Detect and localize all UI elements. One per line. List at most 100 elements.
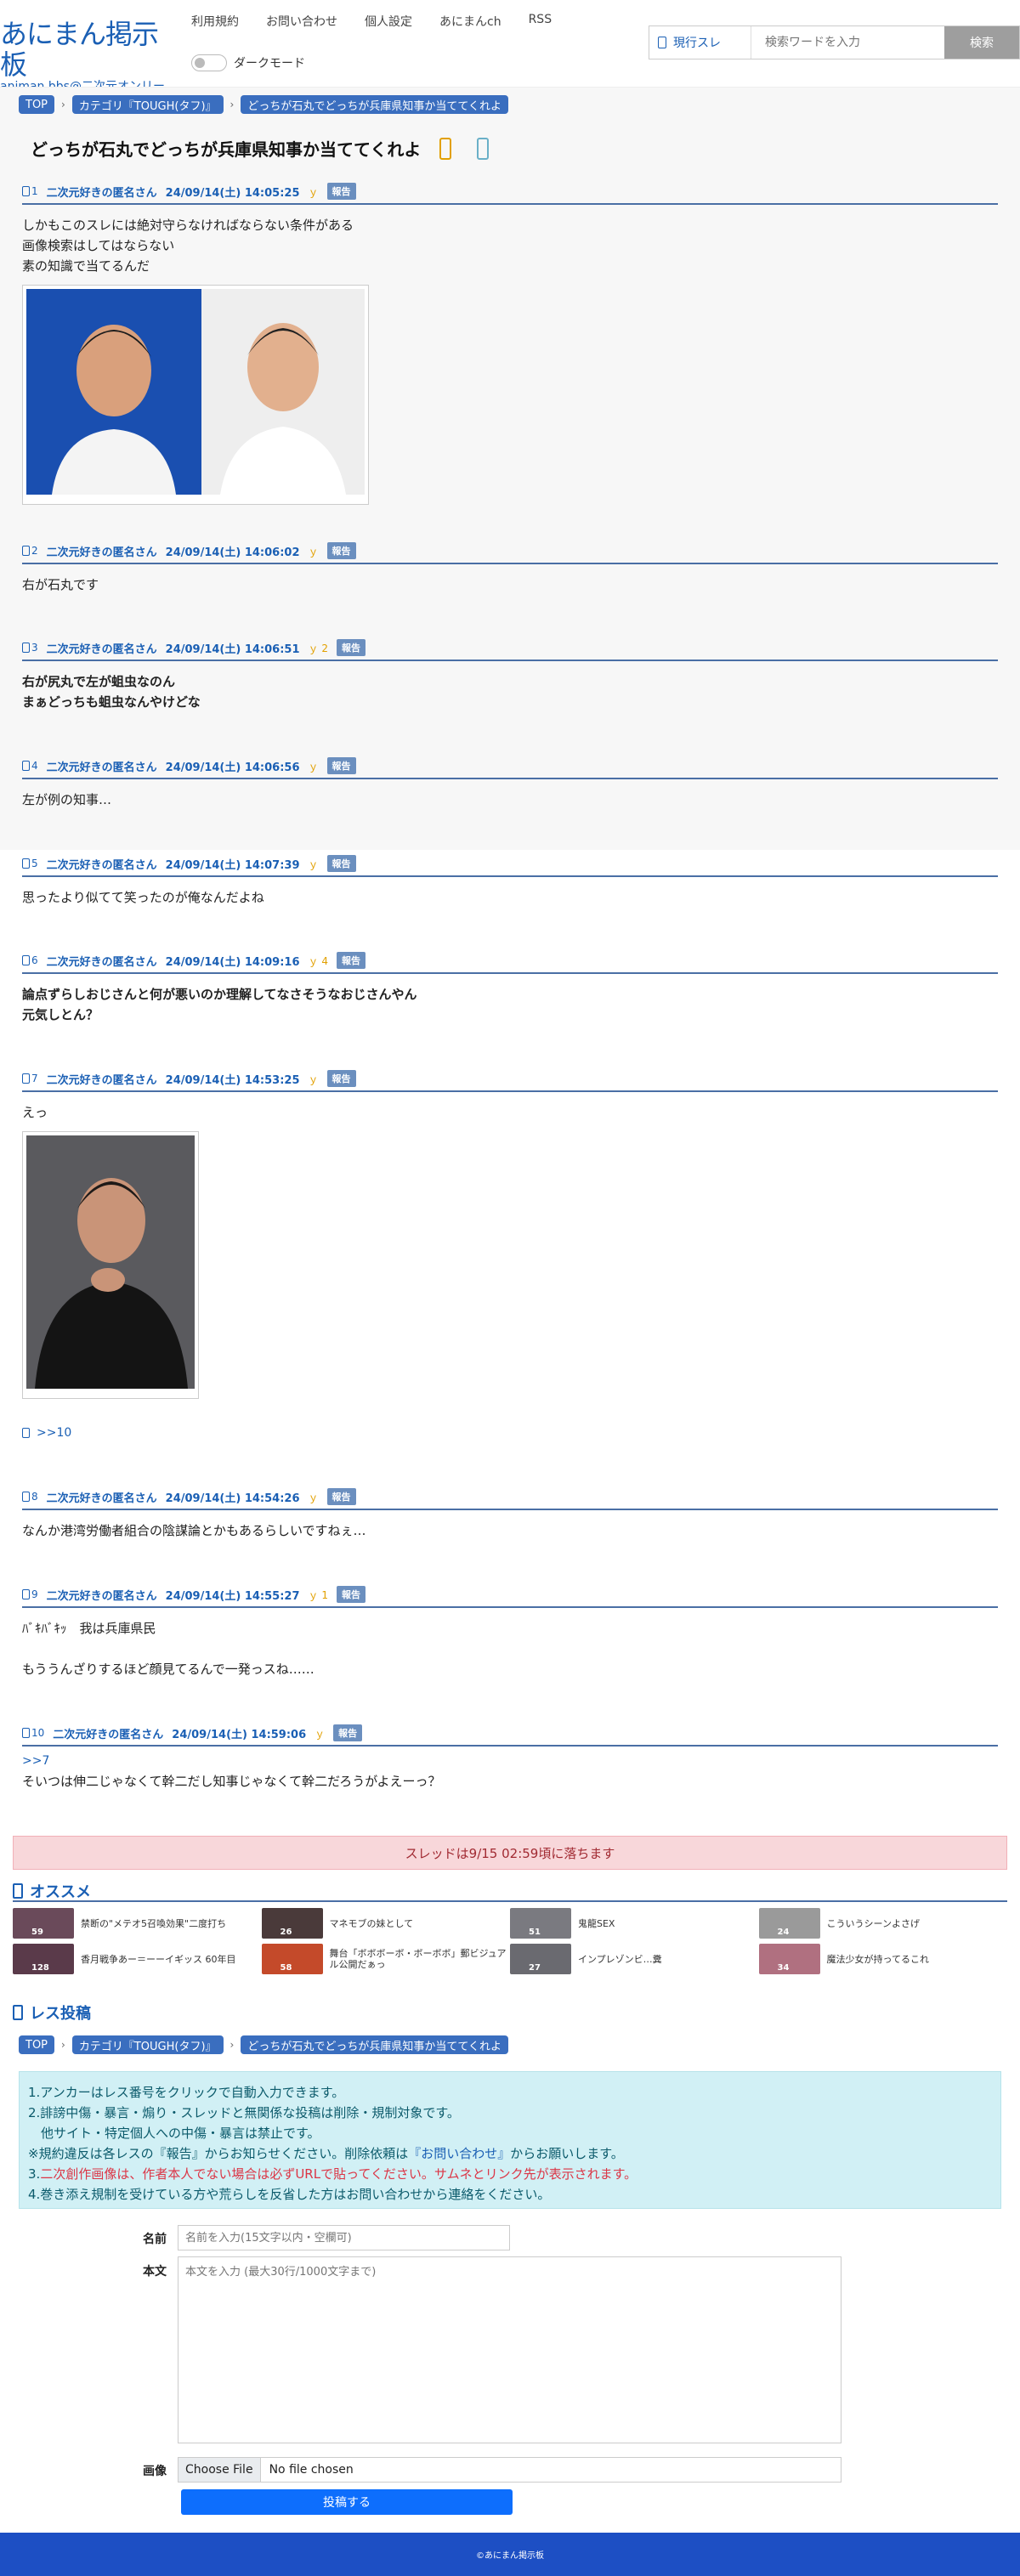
- body-field[interactable]: [178, 2256, 842, 2443]
- post-number[interactable]: 5: [22, 858, 38, 869]
- good-icon[interactable]: ｙ: [309, 857, 319, 871]
- good-icon[interactable]: ｙ: [309, 1072, 319, 1086]
- report-button[interactable]: 報告: [326, 855, 356, 872]
- breadcrumb-thread[interactable]: どっちが石丸でどっちが兵庫県知事か当ててくれよ: [241, 95, 508, 114]
- good-button[interactable]: ｙ 2: [309, 641, 328, 655]
- recommend-title[interactable]: インプレゾンビ…糞: [578, 1954, 662, 1965]
- recommend-item[interactable]: 34 魔法少女が持ってるこれ: [758, 1944, 1008, 1974]
- search-scope-select[interactable]: 現行スレ: [649, 26, 751, 59]
- recommend-thumbnail[interactable]: 24: [758, 1908, 820, 1939]
- post-number[interactable]: 3: [22, 642, 38, 654]
- choose-file-button[interactable]: Choose File: [178, 2458, 261, 2482]
- post: 3 二次元好きの匿名さん 24/09/14(土) 14:06:51 ｙ 2 報告…: [22, 639, 998, 712]
- report-button[interactable]: 報告: [336, 952, 366, 969]
- recommend-thumbnail[interactable]: 34: [758, 1944, 820, 1974]
- comparison-photo[interactable]: [26, 289, 365, 495]
- post-header: 2 二次元好きの匿名さん 24/09/14(土) 14:06:02 ｙ 報告: [22, 542, 998, 564]
- report-button[interactable]: 報告: [333, 1724, 363, 1741]
- report-button[interactable]: 報告: [326, 1488, 356, 1505]
- breadcrumb-top[interactable]: TOP: [19, 95, 55, 114]
- good-icon[interactable]: ｙ: [309, 184, 319, 199]
- nav-contact[interactable]: お問い合わせ: [266, 13, 337, 30]
- rule-line: 4.巻き添え規制を受けている方や荒らしを反省した方はお問い合わせから連絡をくださ…: [28, 2187, 551, 2202]
- recommend-title[interactable]: 鬼龍SEX: [578, 1918, 615, 1929]
- recommend-item[interactable]: 26 マネモブの妹として: [261, 1908, 511, 1939]
- breadcrumb-category[interactable]: カテゴリ『TOUGH(タフ)』: [71, 2035, 224, 2054]
- anchor-link[interactable]: >>7: [22, 1754, 49, 1768]
- recommend-thumbnail[interactable]: 58: [261, 1944, 323, 1974]
- reply-link[interactable]: >>10: [37, 1423, 71, 1443]
- recommend-thumbnail[interactable]: 59: [13, 1908, 74, 1939]
- recommend-count: 58: [280, 1963, 292, 1973]
- image-file-input[interactable]: Choose File No file chosen: [178, 2457, 842, 2483]
- report-button[interactable]: 報告: [336, 1586, 366, 1603]
- post-header: 10 二次元好きの匿名さん 24/09/14(土) 14:59:06 ｙ 報告: [22, 1724, 998, 1747]
- recommend-title[interactable]: 魔法少女が持ってるこれ: [827, 1954, 929, 1965]
- recommend-count: 128: [31, 1963, 49, 1973]
- report-button[interactable]: 報告: [326, 183, 356, 200]
- post-number[interactable]: 8: [22, 1491, 38, 1503]
- post-line: 論点ずらしおじさんと何が悪いのか理解してなさそうなおじさんやん: [22, 987, 417, 1002]
- report-button[interactable]: 報告: [336, 639, 366, 656]
- poster-name: 二次元好きの匿名さん: [46, 955, 157, 969]
- share-icon[interactable]: [477, 138, 489, 160]
- search-input[interactable]: [751, 26, 944, 59]
- nav-rss[interactable]: RSS: [529, 13, 552, 30]
- good-button[interactable]: ｙ 4: [309, 954, 328, 968]
- nav-terms[interactable]: 利用規約: [191, 13, 239, 30]
- nav-animanch[interactable]: あにまんch: [439, 13, 502, 30]
- good-icon[interactable]: ｙ: [309, 759, 319, 773]
- post-number[interactable]: 6: [22, 954, 38, 966]
- search-button[interactable]: 検索: [944, 26, 1019, 59]
- anchor-icon: [22, 643, 30, 653]
- post-number[interactable]: 9: [22, 1588, 38, 1600]
- submit-button[interactable]: 投稿する: [181, 2489, 513, 2515]
- report-button[interactable]: 報告: [326, 542, 356, 559]
- breadcrumb-category[interactable]: カテゴリ『TOUGH(タフ)』: [71, 95, 224, 114]
- post-line: しかもこのスレには絶対守らなければならない条件がある: [22, 218, 354, 233]
- recommend-item[interactable]: 51 鬼龍SEX: [510, 1908, 759, 1939]
- post-number[interactable]: 10: [22, 1727, 44, 1739]
- recommend-thumbnail[interactable]: 26: [261, 1908, 323, 1939]
- recommend-title[interactable]: 香月戦争あー＝ーーイギッス 60年目: [81, 1954, 236, 1965]
- recommend-title[interactable]: マネモブの妹として: [330, 1918, 414, 1929]
- contact-link[interactable]: 『お問い合わせ』: [408, 2146, 510, 2161]
- post-number[interactable]: 7: [22, 1073, 38, 1084]
- recommend-item[interactable]: 59 禁断の"メテオ5召喚効果"二度打ち: [13, 1908, 262, 1939]
- recommend-item[interactable]: 27 インプレゾンビ…糞: [510, 1944, 759, 1974]
- post-number[interactable]: 1: [22, 185, 38, 197]
- logo-title[interactable]: あにまん掲示板: [0, 19, 178, 80]
- recommend-thumbnail[interactable]: 51: [510, 1908, 571, 1939]
- good-icon[interactable]: ｙ: [314, 1726, 325, 1741]
- post: 2 二次元好きの匿名さん 24/09/14(土) 14:06:02 ｙ 報告 右…: [22, 542, 998, 595]
- good-button[interactable]: ｙ 1: [309, 1588, 328, 1602]
- recommend-item[interactable]: 128 香月戦争あー＝ーーイギッス 60年目: [13, 1944, 262, 1974]
- report-button[interactable]: 報告: [326, 757, 356, 774]
- post-image[interactable]: [22, 285, 369, 505]
- recommend-thumbnail[interactable]: 128: [13, 1944, 74, 1974]
- portrait-photo[interactable]: [26, 1135, 195, 1389]
- post-number[interactable]: 4: [22, 760, 38, 772]
- bookmark-icon[interactable]: [439, 138, 451, 160]
- report-button[interactable]: 報告: [326, 1070, 356, 1087]
- darkmode-toggle[interactable]: ダークモード: [191, 54, 305, 71]
- recommend-title[interactable]: 舞台「ボボボーボ・ボーボボ」郵ビジュアル公開だぁっ: [330, 1948, 511, 1970]
- recommend-item[interactable]: 58 舞台「ボボボーボ・ボーボボ」郵ビジュアル公開だぁっ: [261, 1944, 511, 1974]
- good-icon[interactable]: ｙ: [309, 544, 319, 558]
- breadcrumb-separator: ›: [230, 2039, 235, 2051]
- recommend-thumbnail[interactable]: 27: [510, 1944, 571, 1974]
- post: 10 二次元好きの匿名さん 24/09/14(土) 14:59:06 ｙ 報告 …: [22, 1724, 998, 1792]
- poster-name: 二次元好きの匿名さん: [46, 186, 157, 200]
- site-logo[interactable]: あにまん掲示板 animan bbs@二次元オンリー: [0, 19, 178, 93]
- post-image[interactable]: [22, 1131, 199, 1399]
- breadcrumb-thread[interactable]: どっちが石丸でどっちが兵庫県知事か当ててくれよ: [241, 2035, 508, 2054]
- recommend-title[interactable]: 禁断の"メテオ5召喚効果"二度打ち: [81, 1918, 226, 1929]
- name-field[interactable]: [178, 2225, 510, 2250]
- good-icon[interactable]: ｙ: [309, 1490, 319, 1504]
- breadcrumb-top[interactable]: TOP: [19, 2035, 55, 2054]
- toggle-switch-icon[interactable]: [191, 54, 227, 71]
- nav-settings[interactable]: 個人設定: [365, 13, 412, 30]
- recommend-item[interactable]: 24 こういうシーンよさげ: [758, 1908, 1008, 1939]
- recommend-title[interactable]: こういうシーンよさげ: [827, 1918, 920, 1929]
- post-number[interactable]: 2: [22, 545, 38, 557]
